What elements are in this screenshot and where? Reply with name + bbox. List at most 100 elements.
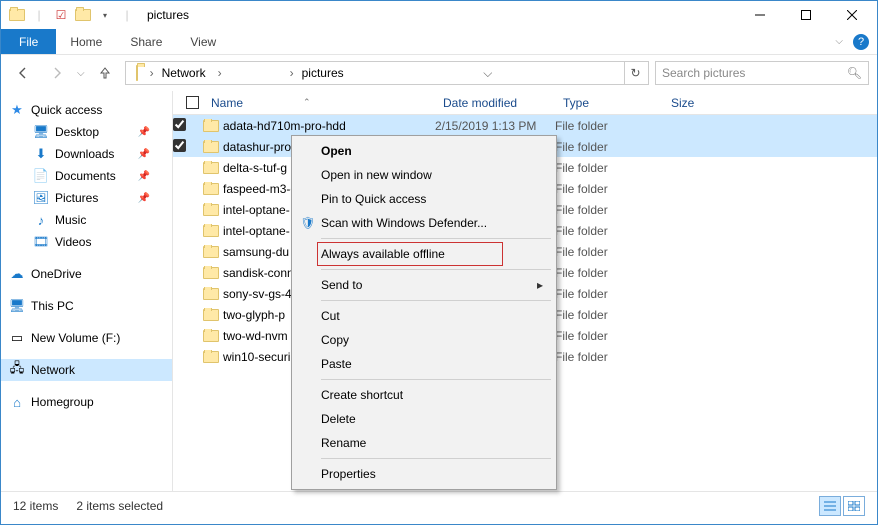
sidebar-homegroup[interactable]: ⌂Homegroup: [1, 391, 172, 413]
file-name: samsung-du: [223, 245, 289, 259]
context-menu-item[interactable]: Create shortcut: [295, 383, 553, 407]
sidebar-item-label: Videos: [55, 235, 91, 249]
sidebar-item[interactable]: 🖥Desktop📌: [1, 121, 172, 143]
drive-icon: ▭: [9, 330, 25, 346]
sidebar-item-label: Downloads: [55, 147, 114, 161]
chevron-right-icon[interactable]: ›: [146, 66, 158, 80]
refresh-button[interactable]: ↻: [624, 62, 646, 84]
tab-view[interactable]: View: [176, 29, 230, 54]
context-menu-item[interactable]: Cut: [295, 304, 553, 328]
folder-icon: [7, 5, 27, 25]
status-selected-count: 2 items selected: [76, 499, 163, 513]
ribbon-expand-icon[interactable]: ⌵: [835, 36, 843, 47]
breadcrumb[interactable]: pictures: [298, 62, 352, 84]
search-icon[interactable]: 🔍︎: [847, 66, 862, 80]
sidebar-item[interactable]: ♪Music: [1, 209, 172, 231]
sidebar-onedrive[interactable]: ☁OneDrive: [1, 263, 172, 285]
row-checkbox[interactable]: [173, 139, 203, 155]
folder-icon: [203, 204, 219, 216]
context-menu-item[interactable]: Always available offline: [295, 242, 553, 266]
back-button[interactable]: [9, 59, 37, 87]
sidebar-quick-access[interactable]: ★ Quick access: [1, 99, 172, 121]
context-menu-item[interactable]: Send to ▸: [295, 273, 553, 297]
tab-home[interactable]: Home: [56, 29, 116, 54]
tab-share[interactable]: Share: [116, 29, 176, 54]
pin-icon: 📌: [138, 127, 150, 138]
submenu-arrow-icon: ▸: [537, 278, 543, 292]
column-select-all[interactable]: [173, 96, 203, 109]
dropdown-icon[interactable]: ▾: [95, 5, 115, 25]
context-menu-item[interactable]: Open: [295, 139, 553, 163]
folder-icon: [203, 288, 219, 300]
menu-separator: [321, 269, 551, 270]
up-button[interactable]: [91, 59, 119, 87]
menu-item-label: Create shortcut: [321, 388, 403, 402]
search-input[interactable]: Search pictures 🔍︎: [655, 61, 869, 85]
column-size[interactable]: Size: [663, 96, 753, 110]
file-row[interactable]: adata-hd710m-pro-hdd 2/15/2019 1:13 PM F…: [173, 115, 877, 136]
context-menu-item[interactable]: Properties: [295, 462, 553, 486]
folder-icon: [128, 66, 146, 80]
menu-item-label: Copy: [321, 333, 349, 347]
chevron-right-icon[interactable]: ›: [286, 66, 298, 80]
breadcrumb[interactable]: [226, 62, 286, 84]
menu-separator: [321, 379, 551, 380]
sidebar-item[interactable]: 📄Documents📌: [1, 165, 172, 187]
context-menu-item[interactable]: Delete: [295, 407, 553, 431]
folder-icon: [203, 141, 219, 153]
column-date[interactable]: Date modified: [435, 96, 555, 110]
file-type-cell: File folder: [555, 350, 663, 364]
breadcrumb[interactable]: Network: [158, 62, 214, 84]
maximize-button[interactable]: [783, 1, 829, 29]
context-menu-item[interactable]: Paste: [295, 352, 553, 376]
folder-icon: [203, 225, 219, 237]
properties-icon[interactable]: ☑: [51, 5, 71, 25]
sidebar-volume[interactable]: ▭New Volume (F:): [1, 327, 172, 349]
close-button[interactable]: [829, 1, 875, 29]
file-name: sandisk-conn: [223, 266, 294, 280]
cloud-icon: ☁: [9, 266, 25, 282]
search-placeholder: Search pictures: [662, 66, 745, 80]
folder-icon: [203, 309, 219, 321]
navbar: ⌵ › Network › › pictures ⌵ ↻ Search pict…: [1, 55, 877, 91]
sidebar-item[interactable]: ⬇Downloads📌: [1, 143, 172, 165]
minimize-button[interactable]: [737, 1, 783, 29]
sidebar-item[interactable]: 🖼Pictures📌: [1, 187, 172, 209]
thumbnails-view-button[interactable]: [843, 496, 865, 516]
file-type-cell: File folder: [555, 224, 663, 238]
chevron-down-icon[interactable]: ⌵: [482, 66, 494, 81]
sidebar-this-pc[interactable]: 🖥This PC: [1, 295, 172, 317]
sidebar-item-label: Pictures: [55, 191, 98, 205]
status-bar: 12 items 2 items selected: [1, 491, 877, 519]
sort-asc-icon: ⌃: [303, 97, 311, 108]
column-name[interactable]: Name⌃: [203, 96, 435, 110]
context-menu-item[interactable]: Copy: [295, 328, 553, 352]
context-menu-item[interactable]: Pin to Quick access: [295, 187, 553, 211]
address-bar[interactable]: › Network › › pictures ⌵ ↻: [125, 61, 649, 85]
file-type-cell: File folder: [555, 287, 663, 301]
file-type-cell: File folder: [555, 266, 663, 280]
history-dropdown-icon[interactable]: ⌵: [77, 68, 85, 79]
column-type[interactable]: Type: [555, 96, 663, 110]
window-title: pictures: [147, 8, 189, 22]
chevron-right-icon[interactable]: ›: [214, 66, 226, 80]
sidebar-item[interactable]: 🎞 Videos: [1, 231, 172, 253]
row-checkbox[interactable]: [173, 118, 203, 134]
folder-icon: [203, 120, 219, 132]
sidebar-network[interactable]: 🖧Network: [1, 359, 172, 381]
forward-button[interactable]: [43, 59, 71, 87]
sidebar: ★ Quick access 🖥Desktop📌⬇Downloads📌📄Docu…: [1, 91, 173, 491]
file-type-cell: File folder: [555, 329, 663, 343]
details-view-button[interactable]: [819, 496, 841, 516]
file-name-cell[interactable]: adata-hd710m-pro-hdd: [203, 119, 435, 133]
network-icon: 🖧: [9, 362, 25, 378]
context-menu-item[interactable]: Rename: [295, 431, 553, 455]
item-icon: 🎞: [33, 234, 49, 250]
item-icon: 📄: [33, 168, 49, 184]
context-menu-item[interactable]: 🛡Scan with Windows Defender...: [295, 211, 553, 235]
menu-item-label: Send to: [321, 278, 362, 292]
file-type-cell: File folder: [555, 182, 663, 196]
context-menu-item[interactable]: Open in new window: [295, 163, 553, 187]
file-tab[interactable]: File: [1, 29, 56, 54]
help-icon[interactable]: ?: [853, 34, 869, 50]
